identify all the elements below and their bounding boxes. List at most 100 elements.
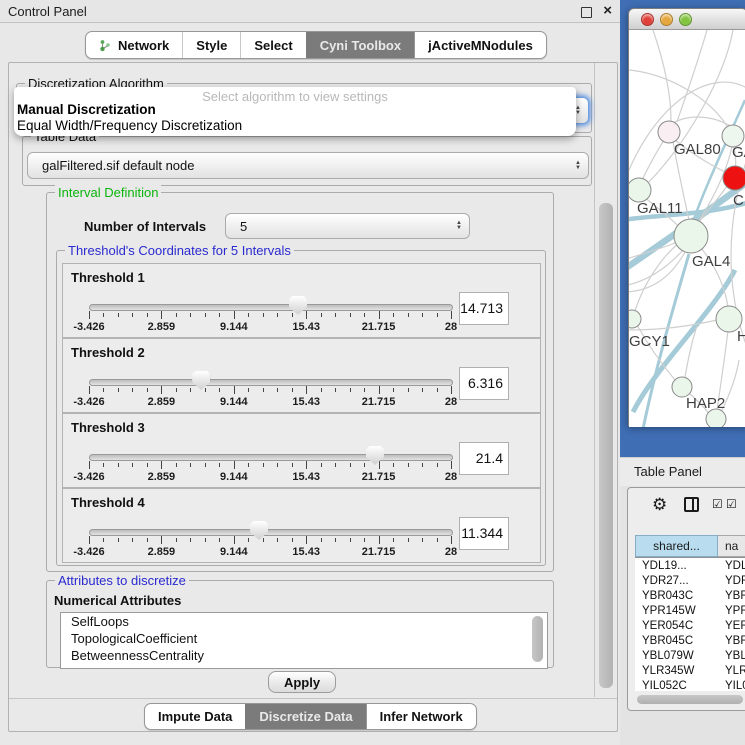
cell-shared-name[interactable]: YLR345W [635, 665, 718, 677]
network-node[interactable] [658, 121, 680, 143]
select-columns-icon[interactable]: ☑ [712, 497, 723, 511]
close-traffic-light[interactable] [641, 13, 654, 26]
cell-name[interactable]: YLR3 [718, 665, 745, 677]
network-edge[interactable] [699, 185, 728, 222]
bottom-tab-infer-network[interactable]: Infer Network [366, 704, 476, 729]
table-row[interactable]: YPR145WYPR1 [635, 603, 745, 618]
network-edge[interactable] [635, 243, 679, 311]
table-row[interactable]: YDR27...YDR2 [635, 573, 745, 588]
float-window-icon[interactable] [581, 7, 592, 18]
tab-network[interactable]: Network [86, 32, 182, 58]
threshold-1-slider[interactable]: -3.4262.8599.14415.4321.71528 [79, 292, 481, 336]
algorithm-option-equal-width[interactable]: Equal Width/Frequency Discretization [17, 118, 242, 133]
cell-name[interactable]: YPR1 [718, 605, 745, 617]
network-canvas-svg[interactable]: GAL80GACGAL11GAL4GCY1HHAP2 [629, 30, 745, 427]
threshold-4-value-field[interactable]: 11.344 [459, 517, 509, 550]
cell-shared-name[interactable]: YDL19... [635, 560, 718, 572]
tick-mark [277, 388, 278, 392]
cell-name[interactable]: YBR0 [718, 590, 745, 602]
select-all-columns-icon[interactable]: ☑ [726, 497, 737, 511]
table-row[interactable]: YDL19...YDL1 [635, 558, 745, 573]
network-edge[interactable] [629, 320, 717, 330]
table-row[interactable]: YIL052CYIL0 [635, 678, 745, 691]
scrollpane-divider [594, 63, 595, 697]
table-row[interactable]: YBL079WYBL0 [635, 648, 745, 663]
cell-shared-name[interactable]: YBR045C [635, 635, 718, 647]
cell-shared-name[interactable]: YDR27... [635, 575, 718, 587]
table-data-combo[interactable]: galFiltered.sif default node ▲▼ [27, 152, 589, 179]
cell-shared-name[interactable]: YER054C [635, 620, 718, 632]
network-node[interactable] [629, 178, 651, 202]
network-node[interactable] [723, 166, 745, 190]
slider-track[interactable] [89, 454, 453, 461]
split-columns-icon[interactable] [684, 497, 699, 512]
network-node[interactable] [629, 310, 641, 328]
threshold-3-value-field[interactable]: 21.4 [459, 442, 509, 475]
tick-mark [132, 538, 133, 542]
network-edge[interactable] [642, 136, 667, 180]
panel-title: Control Panel [8, 4, 87, 19]
threshold-3-slider[interactable]: -3.4262.8599.14415.4321.71528 [79, 442, 481, 486]
cell-shared-name[interactable]: YPR145W [635, 605, 718, 617]
slider-track[interactable] [89, 304, 453, 311]
combo-stepper-icon: ▲▼ [449, 221, 469, 231]
bottom-tab-discretize-data[interactable]: Discretize Data [245, 704, 365, 729]
tick-mark [118, 313, 119, 317]
tab-style[interactable]: Style [182, 32, 240, 58]
numerical-attributes-list[interactable]: SelfLoopsTopologicalCoefficientBetweenne… [60, 612, 548, 669]
column-header-shared-name[interactable]: shared... [635, 535, 718, 557]
algorithm-option-manual[interactable]: Manual Discretization [17, 102, 156, 117]
settings-gear-icon[interactable]: ⚙︎ [652, 495, 667, 515]
cell-name[interactable]: YBR0 [718, 635, 745, 647]
bottom-tab-impute-data[interactable]: Impute Data [145, 704, 245, 729]
tick-mark [176, 463, 177, 467]
minimize-traffic-light[interactable] [660, 13, 673, 26]
network-edge[interactable] [671, 117, 733, 128]
cell-name[interactable]: YER0 [718, 620, 745, 632]
cell-shared-name[interactable]: YBR043C [635, 590, 718, 602]
main-vertical-scrollbar[interactable] [599, 203, 613, 688]
tab-jactivemnodules[interactable]: jActiveMNodules [414, 32, 546, 58]
network-node[interactable] [674, 219, 708, 253]
table-data-combo-value: galFiltered.sif default node [28, 158, 568, 173]
table-row[interactable]: YBR043CYBR0 [635, 588, 745, 603]
tick-label: 21.715 [362, 396, 396, 408]
table-row[interactable]: YER054CYER0 [635, 618, 745, 633]
attribute-item-selfloops[interactable]: SelfLoops [61, 613, 547, 630]
tick-mark [292, 313, 293, 317]
column-header-name[interactable]: na [718, 535, 745, 557]
attributes-list-scrollbar[interactable] [532, 616, 543, 662]
threshold-4-slider[interactable]: -3.4262.8599.14415.4321.71528 [79, 517, 481, 561]
threshold-label: Threshold 3 [71, 420, 145, 435]
cell-name[interactable]: YDL1 [718, 560, 745, 572]
table-row[interactable]: YBR045CYBR0 [635, 633, 745, 648]
table-horizontal-scrollbar[interactable] [637, 695, 743, 704]
apply-button[interactable]: Apply [268, 671, 336, 693]
attribute-item-topologicalcoefficient[interactable]: TopologicalCoefficient [61, 630, 547, 647]
cell-shared-name[interactable]: YBL079W [635, 650, 718, 662]
tick-label: 2.859 [148, 471, 176, 483]
table-row[interactable]: YLR345WYLR3 [635, 663, 745, 678]
network-node[interactable] [672, 377, 692, 397]
close-icon[interactable]: × [603, 2, 612, 19]
cell-name[interactable]: YIL0 [718, 680, 745, 692]
number-of-intervals-combo[interactable]: 5 ▲▼ [225, 213, 470, 239]
tick-mark [205, 538, 206, 542]
cell-shared-name[interactable]: YIL052C [635, 680, 718, 692]
slider-track[interactable] [89, 379, 453, 386]
app-root: { "window": { "title": "Control Panel" }… [0, 0, 745, 745]
network-icon [99, 39, 112, 52]
attribute-item-betweennesscentrality[interactable]: BetweennessCentrality [61, 647, 547, 664]
threshold-2-slider[interactable]: -3.4262.8599.14415.4321.71528 [79, 367, 481, 411]
tab-cyni-toolbox[interactable]: Cyni Toolbox [306, 32, 414, 58]
network-edge[interactable] [649, 30, 733, 182]
threshold-2-value-field[interactable]: 6.316 [459, 367, 509, 400]
cell-name[interactable]: YDR2 [718, 575, 745, 587]
threshold-1-value-field[interactable]: 14.713 [459, 292, 509, 325]
tab-select[interactable]: Select [240, 32, 305, 58]
node-table-rows: YDL19...YDL1YDR27...YDR2YBR043CYBR0YPR14… [635, 558, 745, 691]
tick-mark [118, 538, 119, 542]
cell-name[interactable]: YBL0 [718, 650, 745, 662]
slider-track[interactable] [89, 529, 453, 536]
zoom-traffic-light[interactable] [679, 13, 692, 26]
